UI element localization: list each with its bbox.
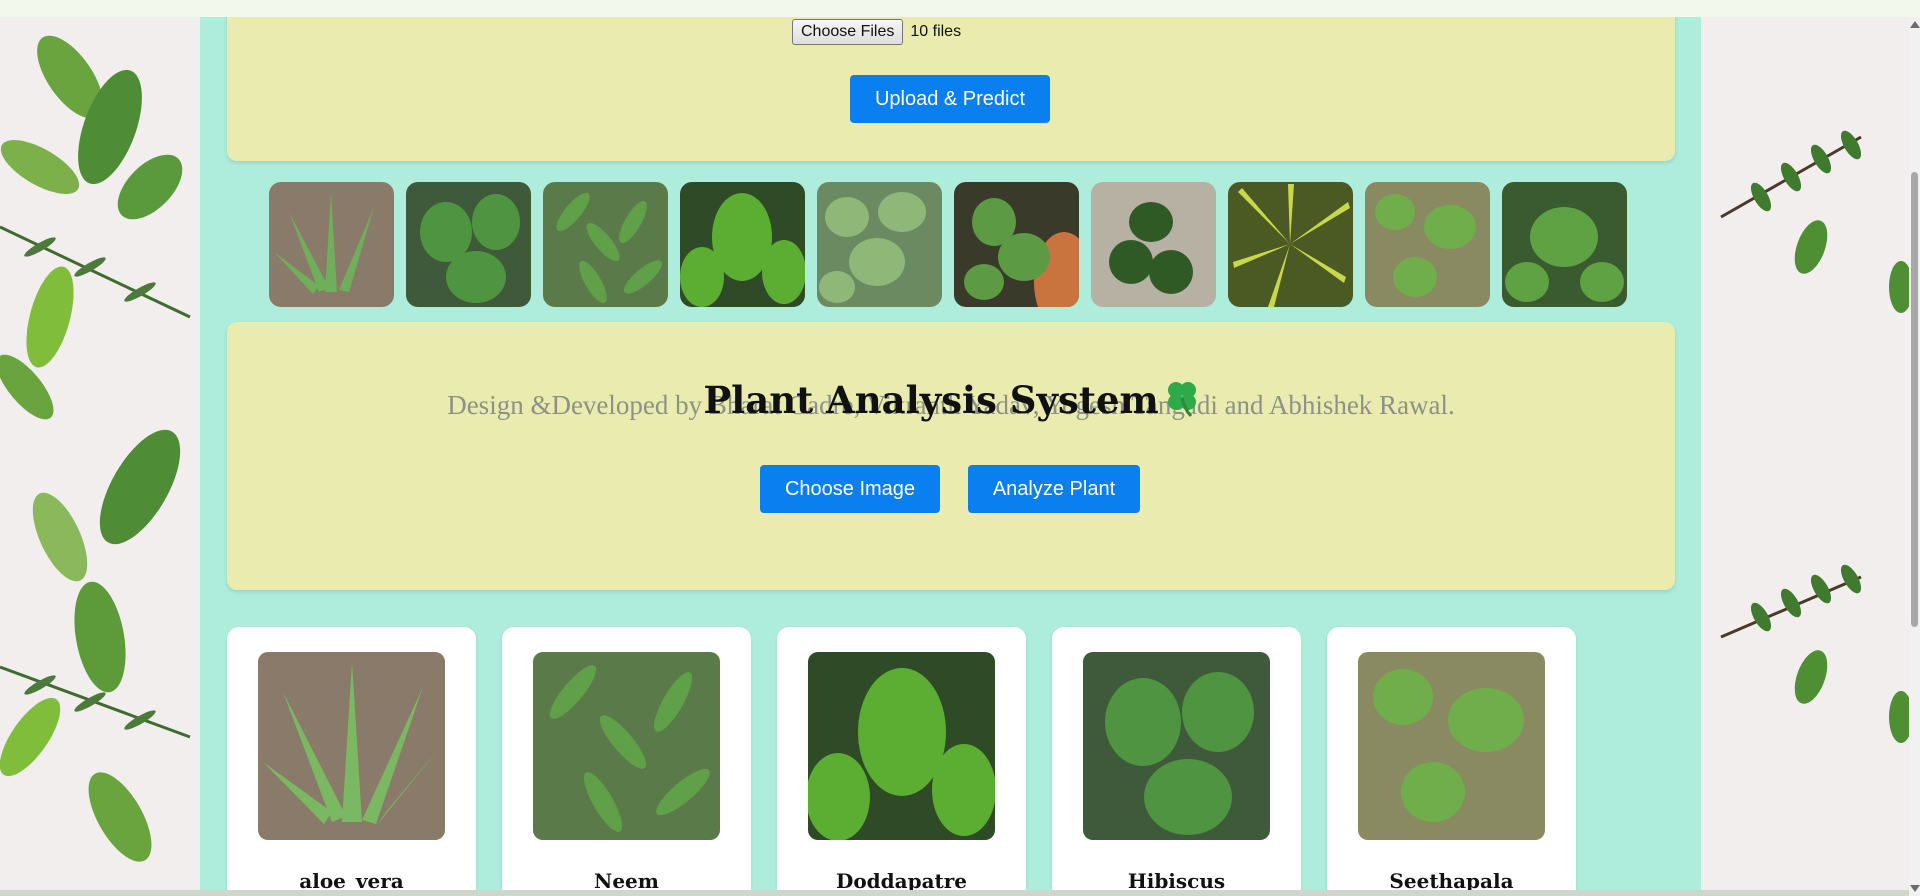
analyze-plant-button[interactable]: Analyze Plant bbox=[968, 465, 1140, 513]
plant-card[interactable]: Hibiscus bbox=[1052, 627, 1301, 896]
title-text: Plant Analysis System bbox=[703, 378, 1159, 422]
plant-card-image bbox=[1358, 652, 1545, 840]
scroll-down-arrow-icon[interactable] bbox=[1910, 885, 1920, 892]
four-leaf-clover-icon bbox=[1165, 380, 1199, 427]
choose-image-button[interactable]: Choose Image bbox=[760, 465, 940, 513]
browser-top-strip bbox=[0, 0, 1920, 17]
plant-thumbnail-strip bbox=[269, 182, 1627, 307]
choose-files-button[interactable]: Choose Files bbox=[792, 19, 904, 45]
left-leaf-decoration bbox=[0, 17, 200, 896]
vertical-scrollbar[interactable] bbox=[1909, 17, 1920, 896]
plant-card[interactable]: Doddapatre bbox=[777, 627, 1026, 896]
plant-thumbnail[interactable] bbox=[954, 182, 1079, 307]
plant-card[interactable]: aloe_vera bbox=[227, 627, 476, 896]
bottom-edge bbox=[0, 890, 1909, 896]
plant-thumbnail[interactable] bbox=[817, 182, 942, 307]
file-input-row: Choose Files 10 files bbox=[792, 19, 961, 45]
upload-panel: Choose Files 10 files Upload & Predict bbox=[227, 17, 1675, 161]
page-title: Plant Analysis System bbox=[227, 378, 1675, 427]
plant-thumbnail[interactable] bbox=[1365, 182, 1490, 307]
plant-card-image bbox=[808, 652, 995, 840]
plant-card-image bbox=[258, 652, 445, 840]
scrollbar-thumb[interactable] bbox=[1911, 172, 1918, 627]
plant-thumbnail[interactable] bbox=[680, 182, 805, 307]
plant-thumbnail[interactable] bbox=[1502, 182, 1627, 307]
plant-card-image bbox=[533, 652, 720, 840]
scroll-up-arrow-icon[interactable] bbox=[1910, 21, 1920, 28]
plant-thumbnail[interactable] bbox=[543, 182, 668, 307]
plant-thumbnail[interactable] bbox=[1091, 182, 1216, 307]
plant-card-image bbox=[1083, 652, 1270, 840]
main-content: Choose Files 10 files Upload & Predict D… bbox=[200, 17, 1701, 896]
right-leaf-decoration bbox=[1701, 17, 1909, 896]
plant-card[interactable]: Seethapala bbox=[1327, 627, 1576, 896]
file-count-text: 10 files bbox=[910, 23, 962, 40]
plant-thumbnail[interactable] bbox=[1228, 182, 1353, 307]
plant-card[interactable]: Neem bbox=[502, 627, 751, 896]
plant-thumbnail[interactable] bbox=[269, 182, 394, 307]
plant-thumbnail[interactable] bbox=[406, 182, 531, 307]
analysis-panel: Design &Developed by Bharat Gadre, Vikra… bbox=[227, 322, 1675, 590]
upload-predict-button[interactable]: Upload & Predict bbox=[850, 75, 1050, 123]
plant-cards: aloe_vera Neem Doddapatre Hibiscus Seeth… bbox=[227, 627, 1576, 896]
